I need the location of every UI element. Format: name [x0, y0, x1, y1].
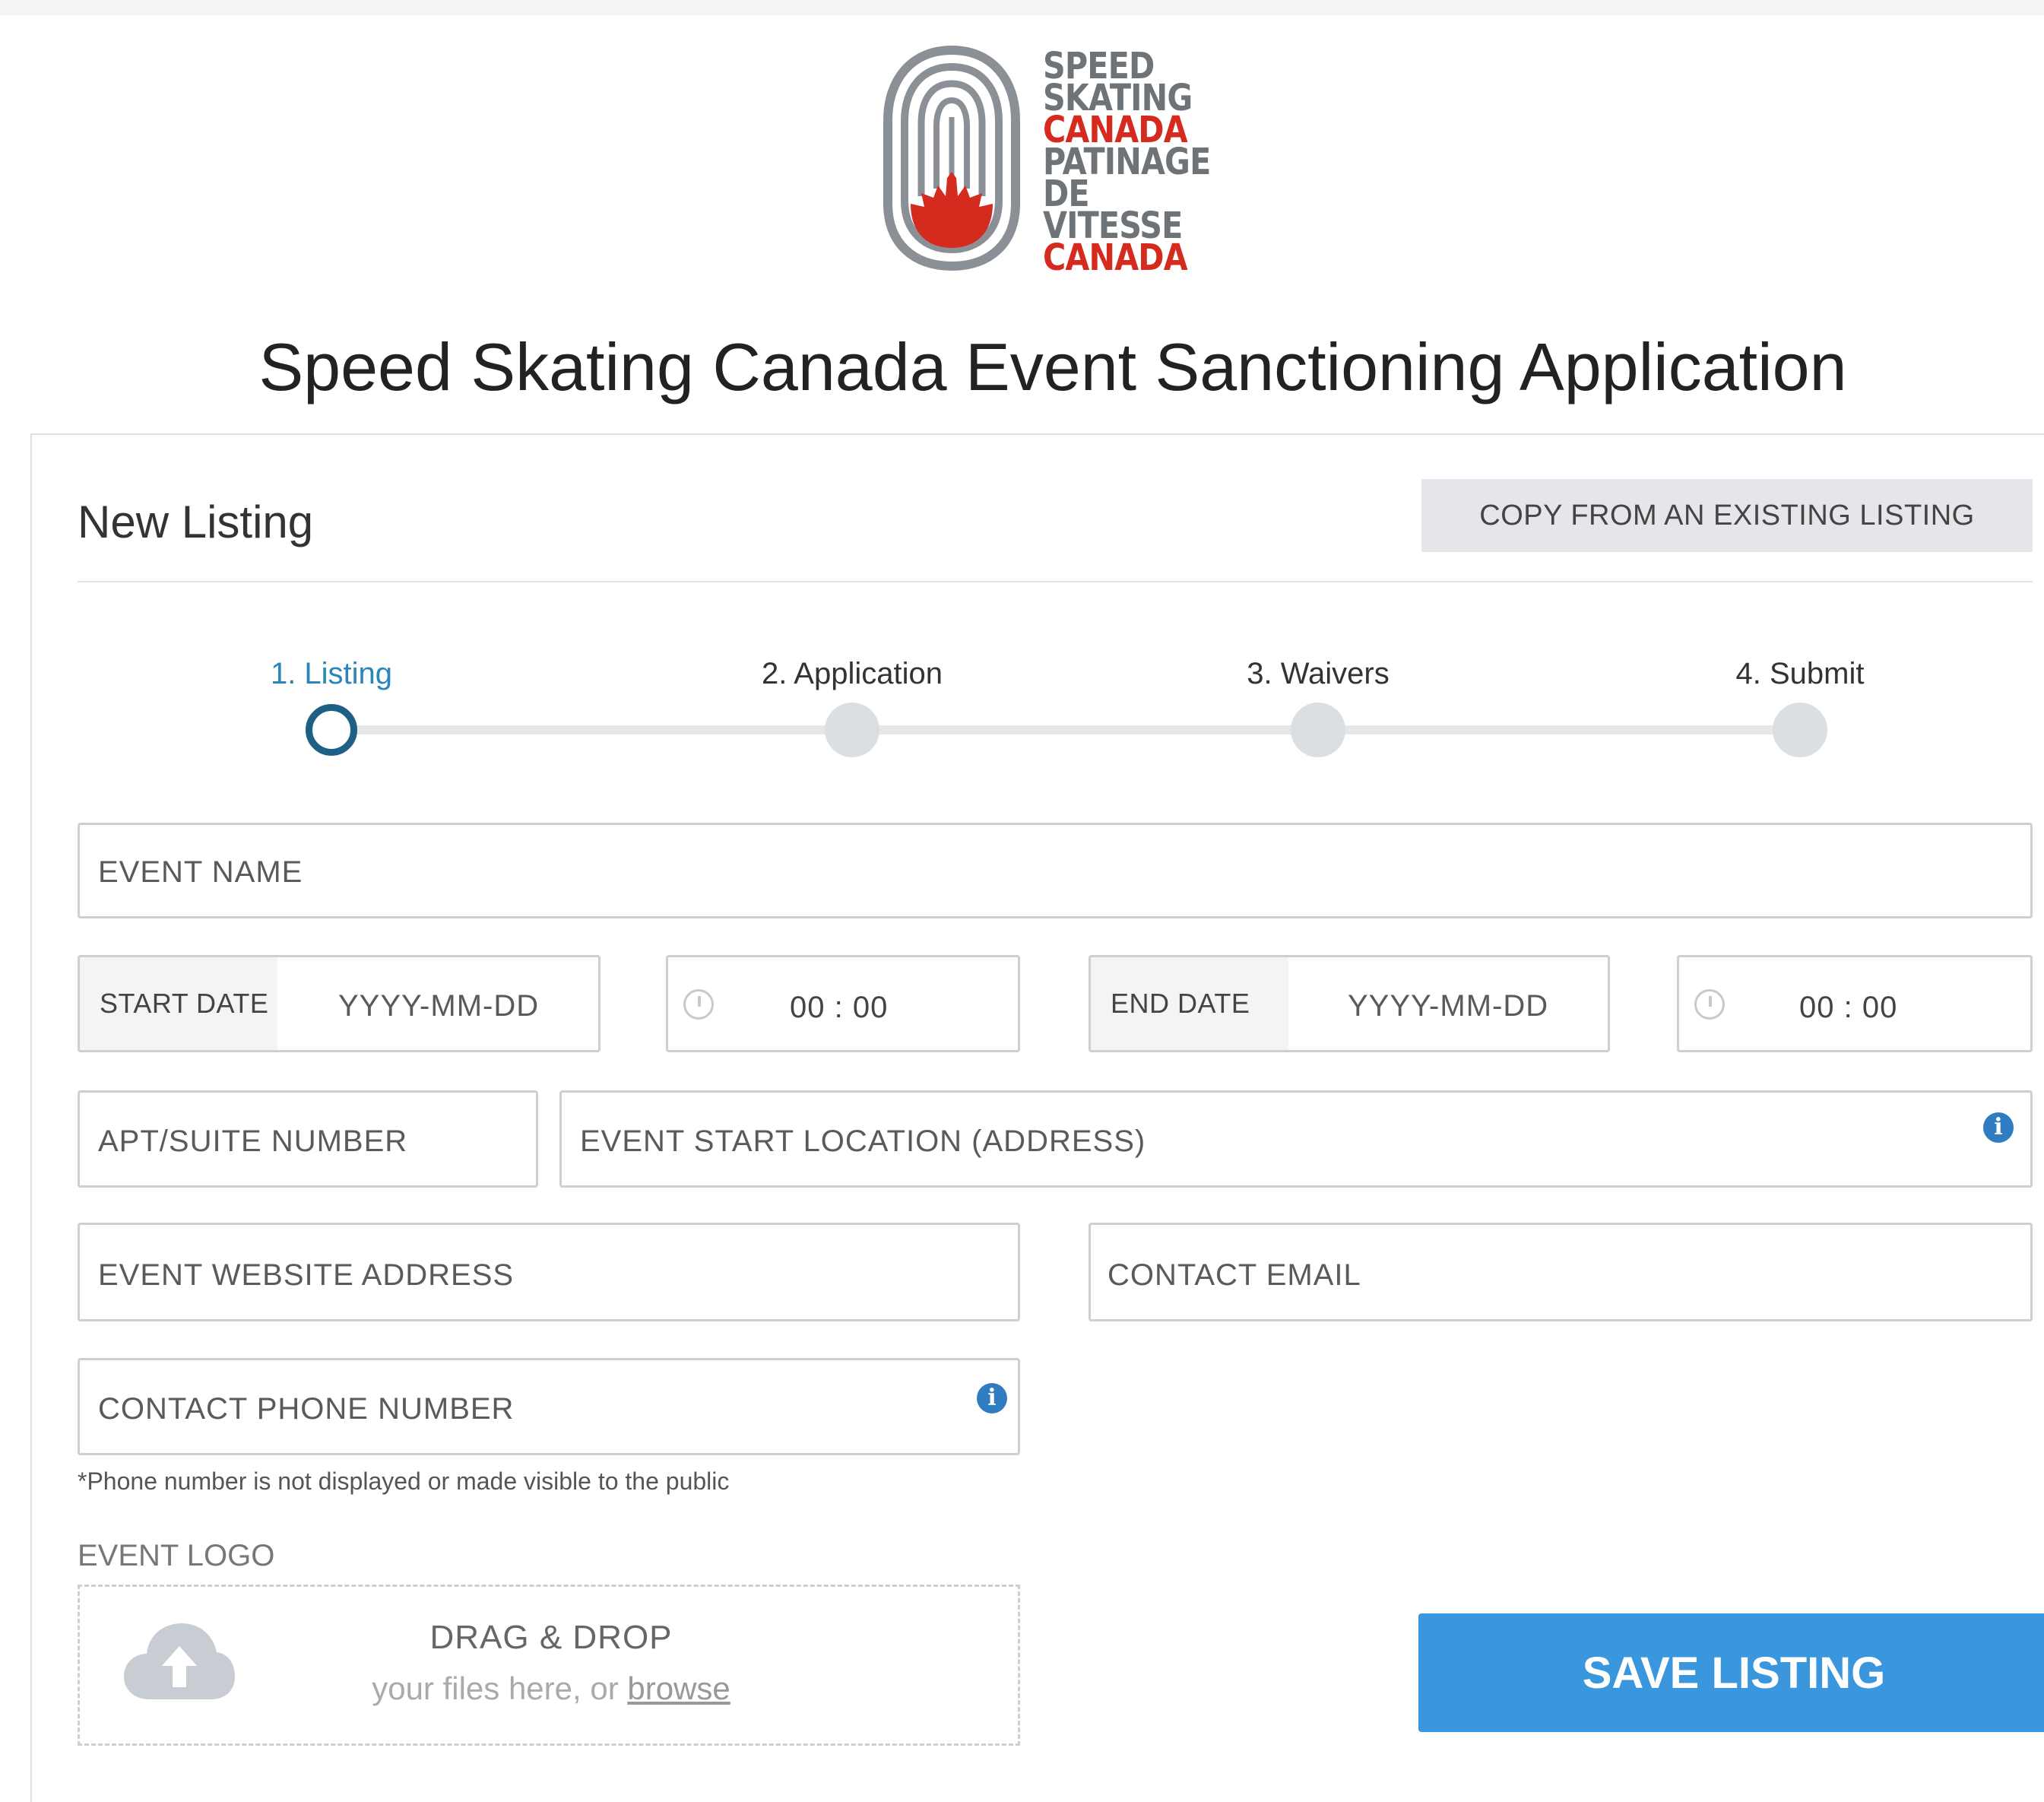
- header-divider: [78, 581, 2033, 582]
- start-date-field[interactable]: START DATE YYYY-MM-DD: [78, 955, 601, 1052]
- logo-line: DE VITESSE: [1043, 173, 1183, 247]
- apt-suite-placeholder: APT/SUITE NUMBER: [98, 1125, 408, 1158]
- step-application-label[interactable]: 2. Application: [762, 657, 943, 691]
- end-date-field[interactable]: END DATE YYYY-MM-DD: [1089, 955, 1610, 1052]
- browse-link[interactable]: browse: [627, 1670, 730, 1706]
- start-date-placeholder: YYYY-MM-DD: [338, 989, 540, 1023]
- dropzone-title: DRAG & DROP: [429, 1619, 673, 1656]
- contact-email-placeholder: CONTACT EMAIL: [1108, 1258, 1361, 1292]
- step-submit-label[interactable]: 4. Submit: [1736, 657, 1865, 691]
- event-website-placeholder: EVENT WEBSITE ADDRESS: [98, 1258, 515, 1292]
- apt-suite-field[interactable]: APT/SUITE NUMBER: [78, 1090, 538, 1188]
- end-time-value: 00 : 00: [1799, 991, 1898, 1024]
- logo-line: CANADA: [1043, 236, 1188, 279]
- event-logo-label: EVENT LOGO: [78, 1539, 275, 1572]
- contact-email-field[interactable]: CONTACT EMAIL: [1089, 1223, 2033, 1321]
- save-listing-button[interactable]: SAVE LISTING: [1418, 1613, 2044, 1732]
- clock-icon: [683, 989, 714, 1020]
- top-bar: [0, 0, 2044, 15]
- dropzone-hint: your files here, or: [372, 1670, 619, 1706]
- copy-existing-listing-button[interactable]: COPY FROM AN EXISTING LISTING: [1421, 479, 2033, 552]
- start-date-label: START DATE: [80, 957, 277, 1050]
- speed-skating-canada-logo-icon: [883, 45, 1020, 271]
- event-name-placeholder: EVENT NAME: [98, 855, 303, 889]
- event-logo-dropzone[interactable]: DRAG & DROP your files here, or browse: [78, 1585, 1020, 1746]
- step-listing-label[interactable]: 1. Listing: [271, 657, 392, 691]
- card-title: New Listing: [78, 497, 314, 547]
- event-start-location-placeholder: EVENT START LOCATION (ADDRESS): [580, 1125, 1146, 1158]
- dropzone-subtitle: your files here, or browse: [80, 1670, 1022, 1707]
- event-name-field[interactable]: EVENT NAME: [78, 823, 2033, 918]
- contact-phone-field[interactable]: CONTACT PHONE NUMBER i: [78, 1358, 1020, 1455]
- step-waivers-label[interactable]: 3. Waivers: [1247, 657, 1389, 691]
- info-icon[interactable]: i: [1983, 1112, 2014, 1143]
- stepper-track: [331, 725, 1800, 734]
- end-time-field[interactable]: 00 : 00: [1677, 955, 2033, 1052]
- start-time-field[interactable]: 00 : 00: [666, 955, 1020, 1052]
- contact-phone-placeholder: CONTACT PHONE NUMBER: [98, 1392, 515, 1426]
- end-date-placeholder: YYYY-MM-DD: [1348, 989, 1549, 1023]
- step-submit-dot[interactable]: [1773, 703, 1827, 757]
- clock-icon: [1694, 989, 1725, 1020]
- logo-wordmark: SPEED SKATING CANADA PATINAGE DE VITESSE…: [1043, 48, 1226, 279]
- step-listing-dot[interactable]: [306, 704, 357, 756]
- event-website-field[interactable]: EVENT WEBSITE ADDRESS: [78, 1223, 1020, 1321]
- end-date-label: END DATE: [1091, 957, 1288, 1050]
- step-waivers-dot[interactable]: [1291, 703, 1345, 757]
- info-icon[interactable]: i: [977, 1383, 1007, 1413]
- event-start-location-field[interactable]: EVENT START LOCATION (ADDRESS) i: [559, 1090, 2033, 1188]
- phone-privacy-note: *Phone number is not displayed or made v…: [78, 1467, 730, 1495]
- start-time-value: 00 : 00: [790, 991, 889, 1024]
- step-application-dot[interactable]: [825, 703, 879, 757]
- page-title: Speed Skating Canada Event Sanctioning A…: [258, 329, 1847, 404]
